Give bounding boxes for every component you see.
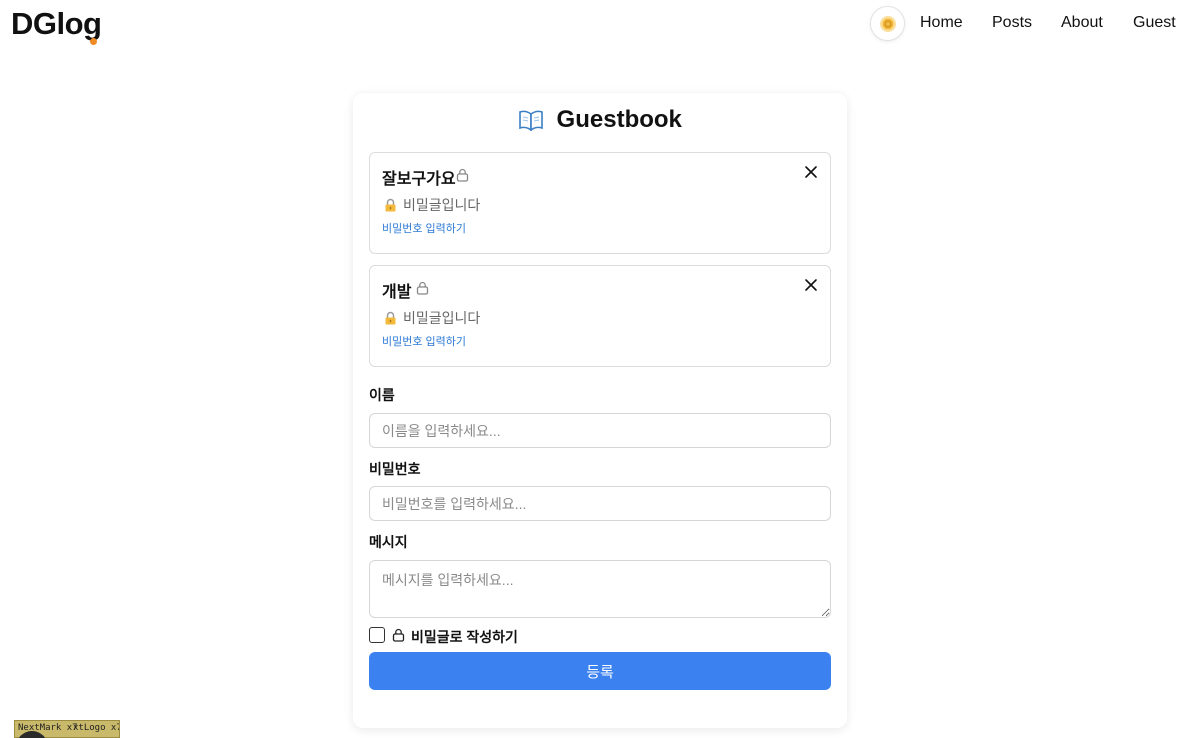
nav-about[interactable]: About	[1061, 14, 1103, 32]
lock-icon	[456, 168, 469, 182]
site-logo[interactable]: DGlog	[11, 6, 102, 42]
enter-password-link[interactable]: 비밀번호 입력하기	[382, 220, 466, 236]
page-title: Guestbook	[556, 106, 682, 133]
lock-icon	[416, 281, 429, 295]
secret-text: 비밀글입니다	[403, 310, 481, 326]
guestbook-header: Guestbook	[353, 106, 847, 134]
sun-icon	[880, 16, 896, 32]
theme-toggle-button[interactable]	[870, 6, 905, 41]
delete-entry-button[interactable]	[804, 278, 818, 292]
logo-dot	[90, 38, 97, 45]
nav-home[interactable]: Home	[920, 14, 963, 32]
entry-author: 개발	[382, 284, 412, 301]
guestbook-entry: 개발 비밀글입니다 비밀번호 입력하기	[369, 265, 831, 367]
padlock-icon	[385, 311, 396, 325]
secret-notice: 비밀글입니다	[384, 308, 480, 328]
lock-icon	[392, 628, 405, 642]
message-label: 메시지	[369, 534, 408, 550]
secret-text: 비밀글입니다	[403, 197, 481, 213]
delete-entry-button[interactable]	[804, 165, 818, 179]
name-label: 이름	[369, 387, 395, 403]
submit-button[interactable]: 등록	[369, 652, 831, 690]
book-icon	[519, 110, 543, 131]
secret-checkbox[interactable]	[369, 627, 385, 643]
site-header: DGlog Home Posts About Guest	[0, 0, 1200, 48]
password-label: 비밀번호	[369, 461, 421, 477]
secret-notice: 비밀글입니다	[384, 195, 480, 215]
name-input[interactable]	[369, 413, 831, 448]
secret-checkbox-label[interactable]: 비밀글로 작성하기	[411, 627, 518, 647]
enter-password-link[interactable]: 비밀번호 입력하기	[382, 333, 466, 349]
dev-badge-text-2: xtLogo x7	[73, 723, 120, 733]
entry-author: 잘보구가요	[382, 171, 456, 188]
nav-guest[interactable]: Guest	[1133, 14, 1176, 32]
message-textarea[interactable]	[369, 560, 831, 618]
guestbook-entry: 잘보구가요 비밀글입니다 비밀번호 입력하기	[369, 152, 831, 254]
guestbook-card: Guestbook 잘보구가요 비밀글입니다 비밀번호 입력하기 개발 비밀글입…	[353, 93, 847, 728]
nav-posts[interactable]: Posts	[992, 14, 1032, 32]
password-input[interactable]	[369, 486, 831, 521]
padlock-icon	[385, 198, 396, 212]
